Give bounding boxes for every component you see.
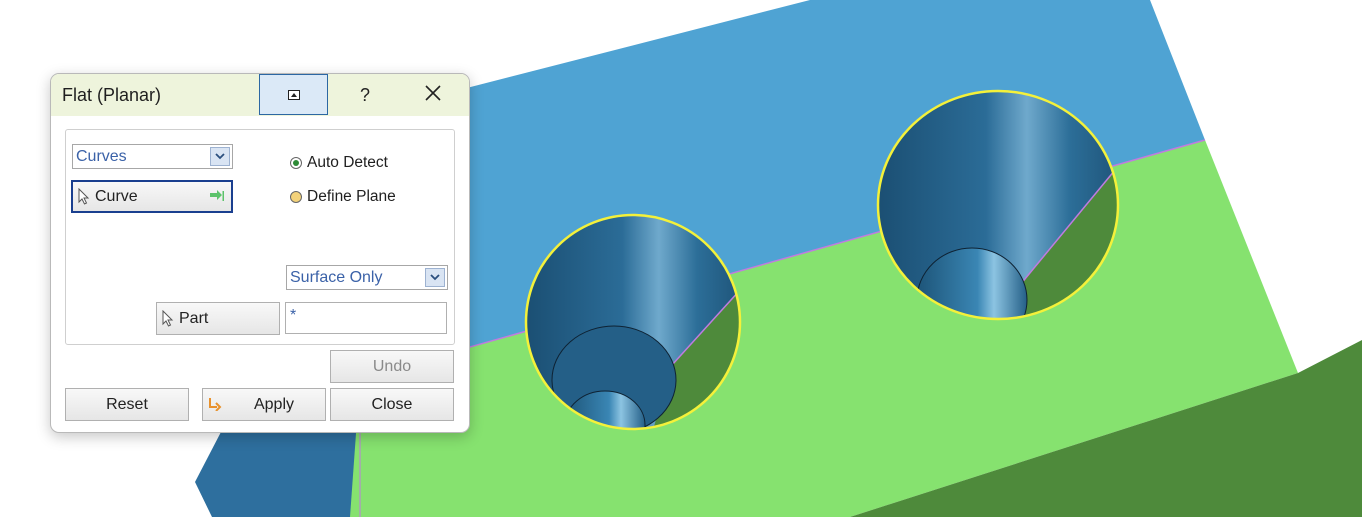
- part-input-value: *: [290, 307, 297, 324]
- apply-label: Apply: [253, 396, 295, 413]
- collapse-button[interactable]: [259, 74, 328, 115]
- help-button[interactable]: ?: [335, 74, 395, 116]
- undo-label: Undo: [372, 358, 412, 375]
- radio-unselected-icon: [290, 191, 302, 203]
- define-plane-label: Define Plane: [307, 188, 396, 205]
- next-arrow-icon: [209, 190, 225, 208]
- reset-button[interactable]: Reset: [65, 388, 189, 421]
- help-icon: ?: [359, 84, 370, 105]
- curve-button-label: Curve: [95, 188, 138, 205]
- close-label: Close: [371, 396, 413, 413]
- collapse-icon: [287, 84, 300, 105]
- dialog-title: Flat (Planar): [62, 85, 162, 105]
- close-button[interactable]: [396, 74, 469, 116]
- radio-define-plane[interactable]: Define Plane: [290, 188, 396, 206]
- dropdown-arrow-icon: [425, 268, 445, 287]
- dropdown-arrow-icon: [210, 147, 230, 166]
- part-input[interactable]: *: [285, 302, 447, 334]
- close-dialog-button[interactable]: Close: [330, 388, 454, 421]
- cursor-icon: [162, 309, 174, 332]
- filter-dropdown[interactable]: Surface Only: [286, 265, 448, 290]
- apply-button[interactable]: Apply: [202, 388, 326, 421]
- reset-label: Reset: [106, 396, 148, 413]
- auto-detect-label: Auto Detect: [307, 154, 388, 171]
- part-select-button[interactable]: Part: [156, 302, 280, 335]
- part-button-label: Part: [179, 310, 209, 327]
- selection-type-value: Curves: [76, 148, 127, 165]
- radio-selected-icon: [290, 157, 302, 169]
- dialog-title-bar[interactable]: Flat (Planar) ?: [51, 74, 469, 116]
- flat-planar-dialog: Flat (Planar) ? Curves Curve Auto Detect…: [50, 73, 470, 433]
- filter-value: Surface Only: [290, 269, 383, 286]
- selection-type-dropdown[interactable]: Curves: [72, 144, 233, 169]
- cursor-icon: [78, 187, 90, 210]
- radio-auto-detect[interactable]: Auto Detect: [290, 154, 388, 172]
- curve-select-button[interactable]: Curve: [71, 180, 233, 213]
- undo-button[interactable]: Undo: [330, 350, 454, 383]
- close-icon: [424, 84, 442, 107]
